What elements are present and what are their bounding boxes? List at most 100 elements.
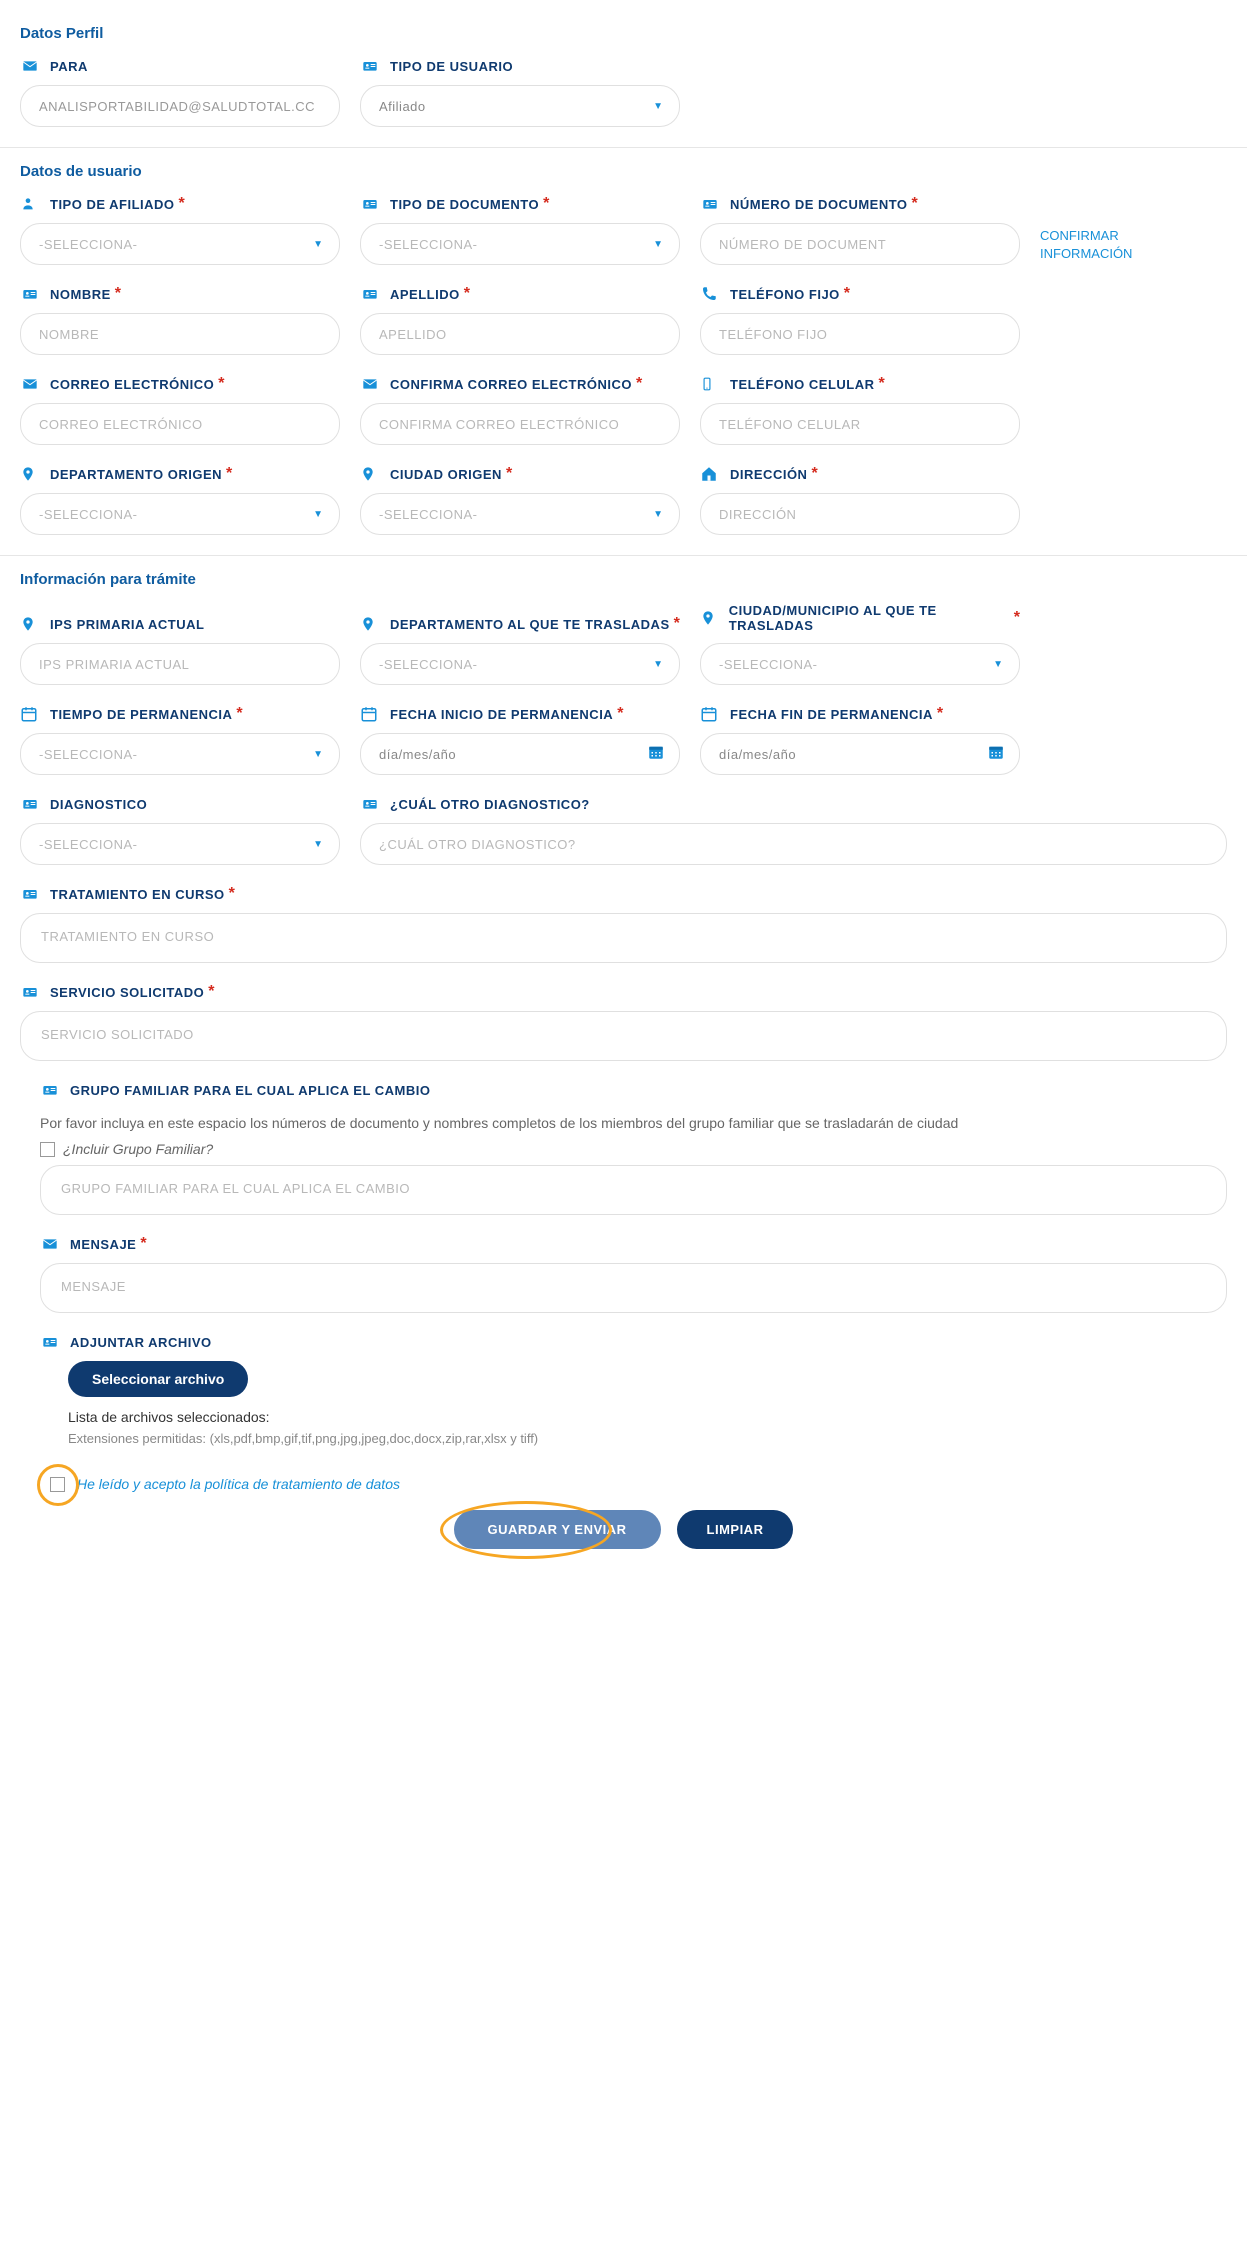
id-card-icon	[40, 1081, 64, 1099]
caret-down-icon: ▼	[313, 749, 323, 760]
field-tiempo-permanencia: TIEMPO DE PERMANENCIA * -SELECCIONA- ▼	[20, 705, 340, 775]
field-tipo-usuario: TIPO DE USUARIO Afiliado ▼	[360, 57, 680, 127]
field-apellido: APELLIDO * APELLIDO	[360, 285, 680, 355]
pin-icon	[360, 465, 384, 483]
limpiar-button[interactable]: LIMPIAR	[677, 1510, 794, 1549]
field-fecha-fin: FECHA FIN DE PERMANENCIA * día/mes/año	[700, 705, 1020, 775]
field-grupo-familiar: GRUPO FAMILIAR PARA EL CUAL APLICA EL CA…	[40, 1081, 1227, 1215]
id-card-icon	[20, 983, 44, 1001]
numero-documento-input[interactable]: NÚMERO DE DOCUMENT	[700, 223, 1020, 265]
caret-down-icon: ▼	[313, 509, 323, 520]
tipo-afiliado-select[interactable]: -SELECCIONA- ▼	[20, 223, 340, 265]
departamento-origen-select[interactable]: -SELECCIONA- ▼	[20, 493, 340, 535]
extensiones-permitidas: Extensiones permitidas: (xls,pdf,bmp,gif…	[68, 1431, 1227, 1446]
ciudad-destino-select[interactable]: -SELECCIONA- ▼	[700, 643, 1020, 685]
field-tipo-documento: TIPO DE DOCUMENTO * -SELECCIONA- ▼	[360, 195, 680, 265]
ips-primaria-input[interactable]: IPS PRIMARIA ACTUAL	[20, 643, 340, 685]
para-input[interactable]: ANALISPORTABILIDAD@SALUDTOTAL.CC	[20, 85, 340, 127]
pin-icon	[700, 609, 723, 627]
field-correo: CORREO ELECTRÓNICO * CORREO ELECTRÓNICO	[20, 375, 340, 445]
calendar-icon	[360, 705, 384, 723]
field-departamento-destino: DEPARTAMENTO AL QUE TE TRASLADAS * -SELE…	[360, 615, 680, 685]
id-card-icon	[360, 195, 384, 213]
direccion-input[interactable]: DIRECCIÓN	[700, 493, 1020, 535]
nombre-input[interactable]: NOMBRE	[20, 313, 340, 355]
id-card-icon	[700, 195, 724, 213]
person-icon	[20, 195, 44, 213]
id-card-icon	[360, 57, 384, 75]
id-card-icon	[360, 795, 384, 813]
confirma-correo-input[interactable]: CONFIRMA CORREO ELECTRÓNICO	[360, 403, 680, 445]
telefono-fijo-input[interactable]: TELÉFONO FIJO	[700, 313, 1020, 355]
id-card-icon	[20, 885, 44, 903]
incluir-grupo-label: ¿Incluir Grupo Familiar?	[63, 1141, 213, 1157]
telefono-celular-input[interactable]: TELÉFONO CELULAR	[700, 403, 1020, 445]
ciudad-origen-select[interactable]: -SELECCIONA- ▼	[360, 493, 680, 535]
mail-icon	[360, 375, 384, 393]
field-numero-documento: NÚMERO DE DOCUMENTO * NÚMERO DE DOCUMENT	[700, 195, 1020, 265]
caret-down-icon: ▼	[313, 239, 323, 250]
pin-icon	[20, 615, 44, 633]
field-telefono-fijo: TELÉFONO FIJO * TELÉFONO FIJO	[700, 285, 1020, 355]
home-icon	[700, 465, 724, 483]
field-otro-diagnostico: ¿CUÁL OTRO DIAGNOSTICO? ¿CUÁL OTRO DIAGN…	[360, 795, 1227, 865]
field-direccion: DIRECCIÓN * DIRECCIÓN	[700, 465, 1020, 535]
caret-down-icon: ▼	[313, 839, 323, 850]
confirmar-informacion-link[interactable]: CONFIRMAR INFORMACIÓN	[1040, 227, 1160, 265]
calendar-grid-icon[interactable]	[987, 743, 1005, 766]
terms-text[interactable]: He leído y acepto la política de tratami…	[77, 1476, 400, 1492]
mail-icon	[20, 57, 44, 75]
tiempo-permanencia-select[interactable]: -SELECCIONA- ▼	[20, 733, 340, 775]
tipo-usuario-label: TIPO DE USUARIO	[390, 59, 513, 74]
servicio-input[interactable]: SERVICIO SOLICITADO	[20, 1011, 1227, 1061]
section-tramite-title: Información para trámite	[20, 571, 1227, 588]
mail-icon	[20, 375, 44, 393]
field-nombre: NOMBRE * NOMBRE	[20, 285, 340, 355]
id-card-icon	[360, 285, 384, 303]
field-telefono-celular: TELÉFONO CELULAR * TELÉFONO CELULAR	[700, 375, 1020, 445]
id-card-icon	[20, 795, 44, 813]
guardar-enviar-button[interactable]: GUARDAR Y ENVIAR	[454, 1510, 661, 1549]
mensaje-input[interactable]: MENSAJE	[40, 1263, 1227, 1313]
grupo-familiar-input[interactable]: GRUPO FAMILIAR PARA EL CUAL APLICA EL CA…	[40, 1165, 1227, 1215]
correo-input[interactable]: CORREO ELECTRÓNICO	[20, 403, 340, 445]
section-profile-title: Datos Perfil	[20, 25, 1227, 42]
apellido-input[interactable]: APELLIDO	[360, 313, 680, 355]
field-adjuntar-archivo: ADJUNTAR ARCHIVO Seleccionar archivo Lis…	[40, 1333, 1227, 1446]
caret-down-icon: ▼	[653, 659, 663, 670]
caret-down-icon: ▼	[653, 239, 663, 250]
id-card-icon	[40, 1333, 64, 1351]
incluir-grupo-checkbox[interactable]	[40, 1142, 55, 1157]
phone-icon	[700, 285, 724, 303]
terms-highlight-circle	[37, 1464, 79, 1506]
terms-row: He leído y acepto la política de tratami…	[50, 1476, 1227, 1492]
tipo-usuario-select[interactable]: Afiliado ▼	[360, 85, 680, 127]
id-card-icon	[20, 285, 44, 303]
field-diagnostico: DIAGNOSTICO -SELECCIONA- ▼	[20, 795, 340, 865]
field-ips-primaria: IPS PRIMARIA ACTUAL IPS PRIMARIA ACTUAL	[20, 615, 340, 685]
departamento-destino-select[interactable]: -SELECCIONA- ▼	[360, 643, 680, 685]
caret-down-icon: ▼	[993, 659, 1003, 670]
tipo-documento-select[interactable]: -SELECCIONA- ▼	[360, 223, 680, 265]
pin-icon	[20, 465, 44, 483]
tratamiento-input[interactable]: TRATAMIENTO EN CURSO	[20, 913, 1227, 963]
mail-icon	[40, 1235, 64, 1253]
fecha-inicio-input[interactable]: día/mes/año	[360, 733, 680, 775]
lista-archivos-label: Lista de archivos seleccionados:	[68, 1409, 1227, 1425]
caret-down-icon: ▼	[653, 509, 663, 520]
para-label: PARA	[50, 59, 88, 74]
field-ciudad-destino: CIUDAD/MUNICIPIO AL QUE TE TRASLADAS * -…	[700, 603, 1020, 685]
buttons-row: GUARDAR Y ENVIAR LIMPIAR	[20, 1510, 1227, 1549]
calendar-icon	[700, 705, 724, 723]
fecha-fin-input[interactable]: día/mes/año	[700, 733, 1020, 775]
calendar-icon	[20, 705, 44, 723]
field-confirma-correo: CONFIRMA CORREO ELECTRÓNICO * CONFIRMA C…	[360, 375, 680, 445]
diagnostico-select[interactable]: -SELECCIONA- ▼	[20, 823, 340, 865]
section-usuario-title: Datos de usuario	[20, 163, 1227, 180]
mobile-icon	[700, 375, 724, 393]
otro-diagnostico-input[interactable]: ¿CUÁL OTRO DIAGNOSTICO?	[360, 823, 1227, 865]
seleccionar-archivo-button[interactable]: Seleccionar archivo	[68, 1361, 248, 1397]
field-tratamiento: TRATAMIENTO EN CURSO * TRATAMIENTO EN CU…	[20, 885, 1227, 963]
calendar-grid-icon[interactable]	[647, 743, 665, 766]
field-para: PARA ANALISPORTABILIDAD@SALUDTOTAL.CC	[20, 57, 340, 127]
